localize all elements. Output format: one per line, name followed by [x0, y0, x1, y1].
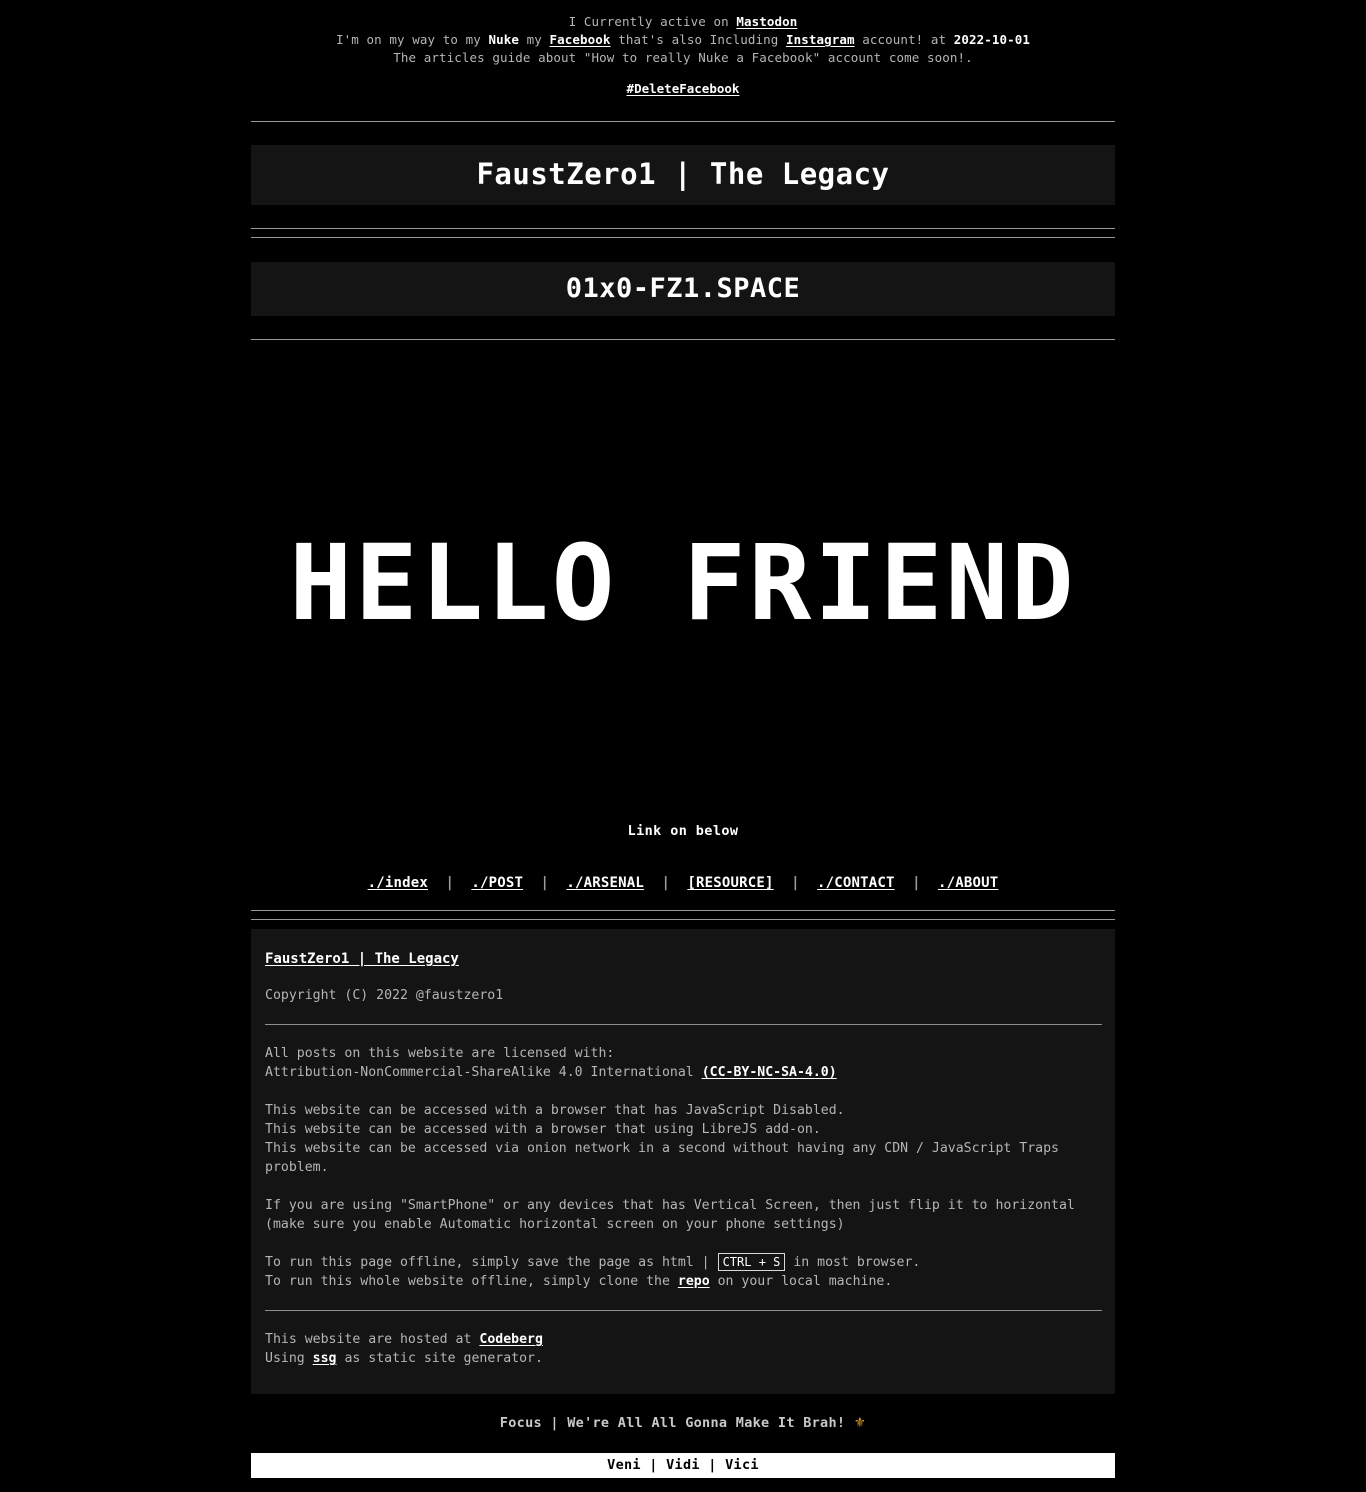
footer-hosted-line: This website are hosted at Codeberg [265, 1330, 1101, 1349]
footer-title: FaustZero1 | The Legacy [265, 951, 1101, 967]
hero-section: HELLO FRIEND [0, 340, 1366, 823]
codeberg-link[interactable]: Codeberg [479, 1332, 543, 1347]
hashtag-row: #DeleteFacebook [0, 81, 1366, 98]
spacer-above-footer [0, 920, 1366, 929]
announcement-line-2-part-e: account! at [862, 32, 947, 47]
announcement-banner: I Currently active on Mastodon I'm on my… [0, 0, 1366, 98]
rule-pair-lower [0, 910, 1366, 920]
ctrl-s-shortcut-key: CTRL + S [717, 1253, 786, 1271]
delete-facebook-hashtag-link[interactable]: #DeleteFacebook [627, 81, 740, 96]
footer-license-text: Attribution-NonCommercial-ShareAlike 4.0… [265, 1065, 694, 1080]
repo-link[interactable]: repo [678, 1274, 710, 1289]
footer-smartphone-note: If you are using "SmartPhone" or any dev… [265, 1198, 1075, 1232]
footer-license-line-1: All posts on this website are licensed w… [265, 1046, 615, 1061]
footer-offline-page-pre: To run this page offline, simply save th… [265, 1255, 710, 1270]
site-title-band: FaustZero1 | The Legacy [251, 145, 1115, 205]
spacer-below-domain [0, 316, 1366, 339]
announcement-date: 2022-10-01 [953, 32, 1031, 47]
focus-motto: Focus | We're All All Gonna Make It Brah… [0, 1394, 1366, 1431]
spacer-below-nav [0, 891, 1366, 910]
spacer-footer-2 [265, 1082, 1101, 1101]
footer-ssg-post: as static site generator. [344, 1351, 543, 1366]
footer-site-link[interactable]: FaustZero1 | The Legacy [265, 951, 459, 967]
domain-banner-label: 01x0-FZ1.SPACE [565, 273, 801, 304]
spacer-below-title [0, 205, 1366, 228]
footer-ssg-pre: Using [265, 1351, 305, 1366]
nav-item-post[interactable]: ./POST [471, 875, 523, 891]
instagram-link[interactable]: Instagram [786, 32, 855, 47]
nav-item-arsenal[interactable]: ./ARSENAL [566, 875, 644, 891]
main-nav: ./index | ./POST | ./ARSENAL | [RESOURCE… [0, 875, 1366, 891]
nav-separator: | [912, 875, 921, 891]
spacer-below-rule-pair [0, 238, 1366, 262]
fleur-de-lis-icon: ⚜ [853, 1415, 867, 1431]
announcement-line-2-part-a: I'm on my way to my [335, 32, 481, 47]
nav-item-resource[interactable]: [RESOURCE] [687, 875, 773, 891]
footer-copyright: Copyright (C) 2022 @faustzero1 [265, 988, 504, 1003]
nav-item-index[interactable]: ./index [368, 875, 428, 891]
cc-license-link[interactable]: (CC-BY-NC-SA-4.0) [702, 1065, 837, 1080]
rule-lower-a [251, 910, 1115, 911]
footer-access-line-1: This website can be accessed with a brow… [265, 1103, 845, 1118]
footer-offline-page-post: in most browser. [793, 1255, 921, 1270]
footer-offline-site-pre: To run this whole website offline, simpl… [265, 1274, 670, 1289]
footer-access-line-2: This website can be accessed with a brow… [265, 1122, 821, 1137]
footer-offline-site-post: on your local machine. [717, 1274, 893, 1289]
nav-separator: | [445, 875, 454, 891]
mastodon-link[interactable]: Mastodon [736, 14, 797, 29]
spacer-footer-3 [265, 1177, 1101, 1196]
spacer-bottom [0, 1478, 1366, 1492]
nav-item-contact[interactable]: ./CONTACT [817, 875, 895, 891]
spacer-below-rule-1 [0, 122, 1366, 145]
nav-separator: | [791, 875, 800, 891]
footer-license-line-2: Attribution-NonCommercial-ShareAlike 4.0… [265, 1063, 1101, 1082]
announcement-line-1: I Currently active on Mastodon [0, 14, 1366, 30]
footer-ssg-line: Using ssg as static site generator. [265, 1349, 1101, 1368]
nav-item-about[interactable]: ./ABOUT [938, 875, 998, 891]
announcement-line-2: I'm on my way to my Nuke my Facebook tha… [0, 32, 1366, 48]
nav-separator: | [540, 875, 549, 891]
focus-motto-text: Focus | We're All All Gonna Make It Brah… [499, 1415, 846, 1431]
footer-card: FaustZero1 | The Legacy Copyright (C) 20… [251, 929, 1115, 1394]
spacer-top [0, 98, 1366, 121]
nav-caption: Link on below [627, 823, 739, 839]
facebook-link[interactable]: Facebook [550, 32, 611, 47]
announcement-line-2-part-c: my [526, 32, 542, 47]
footer-access-line-3: This website can be accessed via onion n… [265, 1141, 1059, 1175]
nuke-emphasis: Nuke [488, 32, 519, 47]
rule-upper-a [251, 228, 1115, 229]
domain-banner: 01x0-FZ1.SPACE [251, 262, 1115, 316]
announcement-line-2-part-d: that's also Including [618, 32, 779, 47]
footer-rule-2 [265, 1310, 1102, 1311]
announcement-line-1-text: I Currently active on [568, 14, 729, 29]
page-root: I Currently active on Mastodon I'm on my… [0, 0, 1366, 1492]
spacer-footer-4 [265, 1234, 1101, 1253]
rule-pair-upper [0, 228, 1366, 238]
footer-inner: FaustZero1 | The Legacy Copyright (C) 20… [265, 951, 1102, 1368]
footer-offline-page-line: To run this page offline, simply save th… [265, 1253, 1101, 1272]
footer-offline-site-line: To run this whole website offline, simpl… [265, 1272, 1101, 1291]
nav-separator: | [661, 875, 670, 891]
announcement-line-3: The articles guide about "How to really … [393, 50, 973, 65]
bottom-motto-bar: Veni | Vidi | Vici [251, 1453, 1115, 1478]
footer-hosted-pre: This website are hosted at [265, 1332, 472, 1347]
spacer-footer-1 [265, 967, 1101, 986]
hero-heading: HELLO FRIEND [289, 522, 1077, 644]
footer-rule-1 [265, 1024, 1102, 1025]
ssg-link[interactable]: ssg [313, 1351, 337, 1366]
page-title: FaustZero1 | The Legacy [476, 157, 890, 191]
